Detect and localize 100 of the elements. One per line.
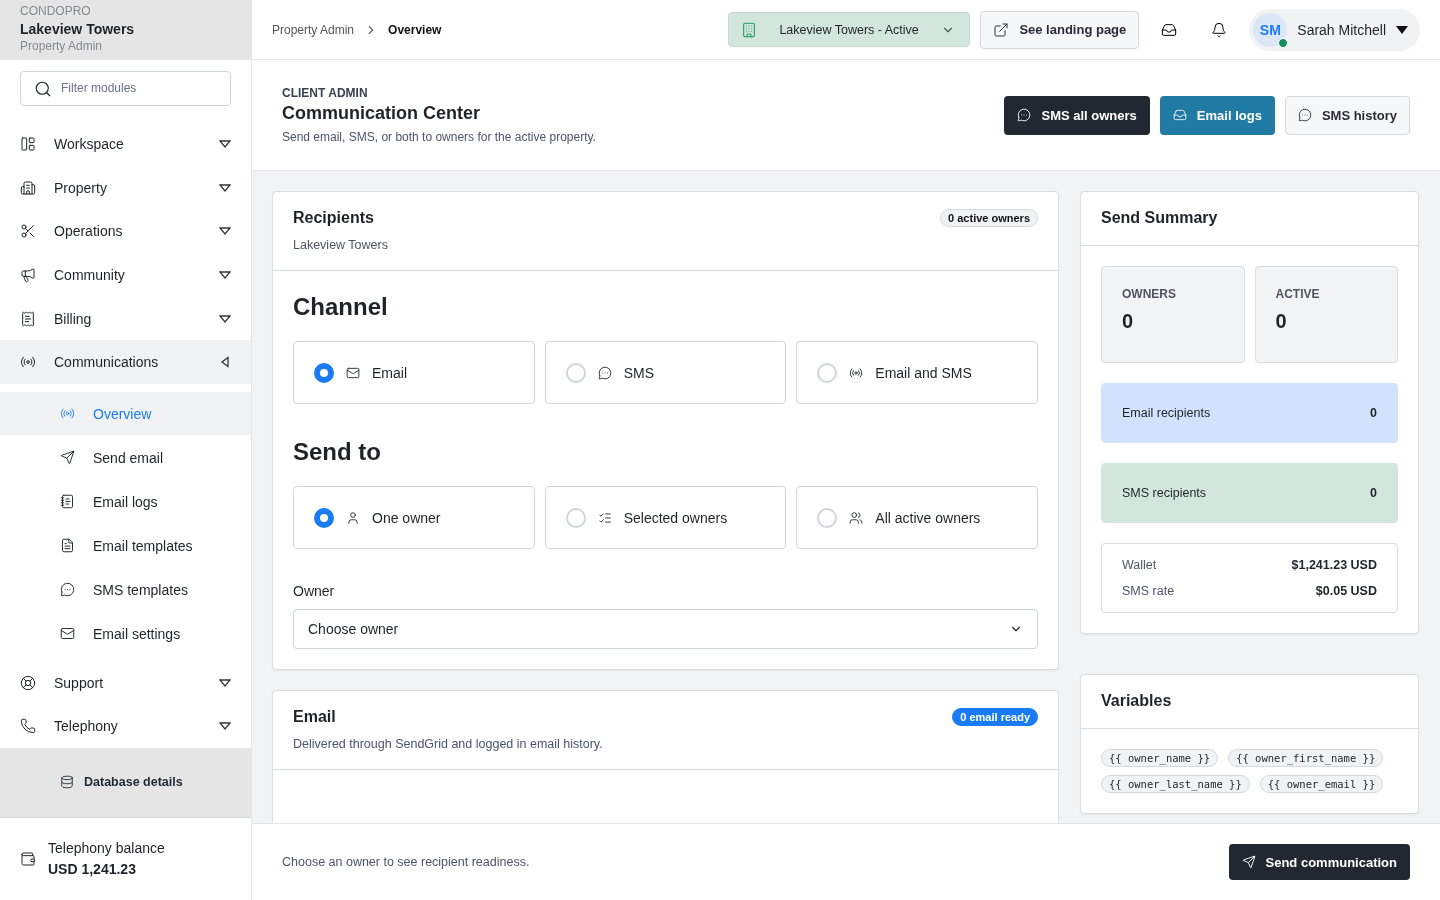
rate-label: SMS rate: [1122, 584, 1175, 598]
rate-value: $1,241.23 USD: [1291, 558, 1377, 572]
page-title: Communication Center: [282, 103, 482, 124]
nav-subitem[interactable]: Send email: [0, 436, 251, 479]
channel-option[interactable]: Email: [293, 341, 535, 404]
caret-down-icon: [219, 181, 231, 194]
recipient-count-tile: Email recipients 0: [1101, 383, 1398, 443]
phone-icon: [20, 718, 36, 735]
variable-chip[interactable]: {{ owner_last_name }}: [1101, 775, 1250, 793]
recipient-option[interactable]: Selected owners: [544, 486, 787, 549]
building-icon: [20, 179, 36, 196]
nav-item[interactable]: Support: [0, 661, 251, 705]
user-menu[interactable]: SM Sarah Mitchell: [1249, 8, 1420, 51]
breadcrumb-link[interactable]: Overview: [388, 22, 442, 37]
card-subtitle: Lakeview Towers: [293, 238, 389, 252]
section-heading: Channel: [293, 293, 389, 321]
nav-subitem[interactable]: Email logs: [0, 480, 251, 523]
section-heading: Send to: [293, 438, 382, 466]
lifebuoy-icon: [20, 674, 36, 691]
checklist-icon: [597, 510, 612, 525]
scissors-icon: [20, 223, 36, 240]
chat-bubble-icon: [1297, 108, 1312, 122]
breadcrumb-link[interactable]: Property Admin: [272, 22, 355, 37]
caret-down-icon: [219, 312, 231, 325]
caret-left-icon: [219, 356, 231, 369]
megaphone-icon: [20, 266, 36, 283]
variable-chip[interactable]: {{ owner_first_name }}: [1228, 749, 1384, 767]
radio-button[interactable]: [314, 507, 334, 528]
nav-subitem[interactable]: Email templates: [0, 524, 251, 567]
broadcast-icon: [849, 365, 864, 380]
wallet-icon: [20, 850, 36, 867]
filter-field[interactable]: Filter modules: [20, 70, 231, 107]
card-title: Variables: [1101, 692, 1172, 710]
nav-subitem[interactable]: SMS templates: [0, 568, 251, 611]
recipient-option[interactable]: One owner: [293, 486, 535, 549]
database-icon: [60, 775, 74, 790]
owners-count: 0 active owners: [940, 209, 1038, 227]
nav-item[interactable]: Community: [0, 253, 251, 297]
variable-chip[interactable]: {{ owner_email }}: [1259, 775, 1384, 793]
balance-value: USD 1,241.23: [48, 859, 137, 879]
nav-subitem[interactable]: Email settings: [0, 612, 251, 655]
field-label: Owner: [293, 583, 336, 599]
recipient-option[interactable]: All active owners: [796, 486, 1038, 549]
notebook-icon: [60, 494, 75, 509]
caret-down-icon: [219, 268, 231, 281]
layout-icon: [20, 136, 36, 153]
person-icon: [346, 510, 360, 525]
brand-name: CONDOPRO: [20, 4, 92, 19]
stat-tile: ACTIVE 0: [1254, 266, 1398, 363]
caret-down-icon: [219, 676, 231, 689]
card-title: Email: [293, 708, 337, 726]
readiness-hint: Choose an owner to see recipient readiness.: [282, 855, 530, 869]
receipt-icon: [20, 310, 36, 327]
caret-down-icon: [1396, 25, 1408, 34]
paper-plane-icon: [1241, 855, 1256, 869]
role-label: Property Admin: [20, 39, 104, 54]
stat-tile: OWNERS 0: [1101, 266, 1245, 363]
eyebrow-label: CLIENT ADMIN: [282, 86, 369, 100]
landing-page-button[interactable]: See landing page: [980, 10, 1140, 49]
nav-item[interactable]: Operations: [0, 209, 251, 254]
channel-option[interactable]: Email and SMS: [796, 341, 1038, 404]
envelope-icon: [346, 365, 360, 380]
paper-plane-icon: [60, 450, 75, 465]
card-title: Recipients: [293, 209, 375, 227]
broadcast-icon: [60, 406, 75, 421]
action-button[interactable]: SMS history: [1284, 95, 1410, 135]
email-ready-count: 0 email ready: [952, 708, 1038, 726]
building-icon: [741, 21, 758, 38]
action-button[interactable]: SMS all owners: [1004, 95, 1150, 135]
people-icon: [849, 510, 864, 525]
chat-bubble-icon: [1017, 108, 1032, 122]
radio-button[interactable]: [314, 362, 334, 383]
document-icon: [60, 538, 75, 553]
card-title: Send Summary: [1101, 209, 1218, 227]
rate-value: $0.05 USD: [1315, 584, 1377, 598]
database-link[interactable]: Database details: [60, 775, 183, 790]
card-subtitle: Delivered through SendGrid and logged in email history.: [293, 737, 604, 751]
chat-bubble-icon: [597, 365, 612, 380]
search-icon: [34, 79, 52, 98]
recipient-count-tile: SMS recipients 0: [1101, 463, 1398, 523]
nav-item[interactable]: Communications: [0, 340, 251, 384]
variable-chip[interactable]: {{ owner_name }}: [1101, 749, 1219, 767]
send-button[interactable]: Send communication: [1228, 844, 1410, 880]
balance-label: Telephony balance: [48, 838, 165, 858]
channel-option[interactable]: SMS: [544, 341, 787, 404]
property-select[interactable]: Lakeview Towers - Active: [728, 12, 971, 47]
property-name: Lakeview Towers: [20, 20, 136, 39]
owner-select[interactable]: Choose owner: [293, 609, 1038, 649]
chat-bubble-icon: [60, 582, 75, 597]
envelope-icon: [60, 626, 75, 641]
action-button[interactable]: Email logs: [1159, 95, 1275, 135]
nav-item[interactable]: Workspace: [0, 122, 251, 166]
nav-subitem[interactable]: Overview: [0, 392, 251, 435]
nav-item[interactable]: Property: [0, 165, 251, 210]
page-subtitle: Send email, SMS, or both to owners for the active property.: [282, 130, 597, 144]
rate-label: Wallet: [1122, 558, 1157, 572]
nav-item[interactable]: Telephony: [0, 704, 251, 749]
nav-item[interactable]: Billing: [0, 296, 251, 341]
inbox-icon: [1172, 108, 1187, 122]
external-link-icon: [993, 21, 1010, 38]
